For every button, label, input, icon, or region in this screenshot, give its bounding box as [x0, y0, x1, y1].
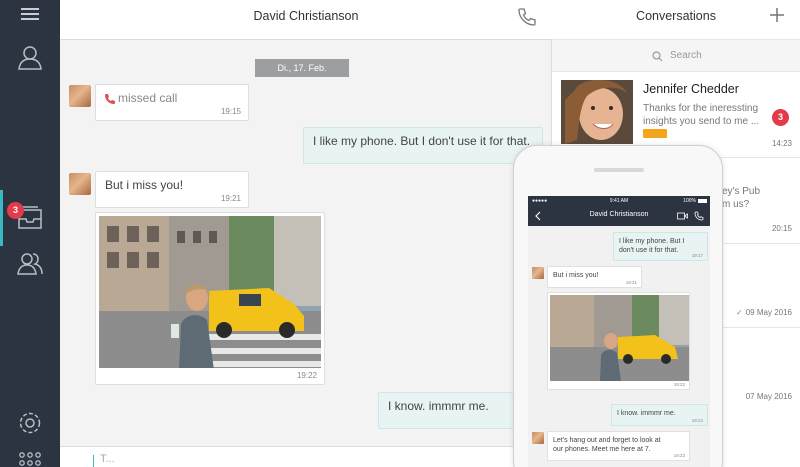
apps-grid-icon[interactable] — [17, 450, 43, 467]
chat-pane: David Christianson Di., 17. Feb. missed … — [60, 0, 552, 467]
message-input-placeholder: T... — [100, 453, 115, 465]
phone-message-outgoing[interactable]: I like my phone. But I don't use it for … — [613, 232, 708, 261]
call-icon[interactable] — [516, 6, 538, 28]
call-icon[interactable] — [694, 211, 704, 221]
status-tag — [643, 129, 667, 138]
message-missed-call[interactable]: missed call 19:15 — [95, 84, 249, 121]
phone-speaker — [594, 168, 644, 172]
conversation-time: 07 May 2016 — [745, 392, 792, 401]
message-text: I like my phone. But I don't use it for … — [619, 238, 685, 254]
search-icon — [652, 51, 663, 62]
shared-photo[interactable] — [99, 216, 321, 368]
battery-icon — [698, 199, 707, 203]
conversation-time: 14:23 — [771, 139, 792, 148]
message-time: 19:15 — [220, 107, 241, 116]
profile-icon[interactable] — [17, 44, 43, 70]
conversation-time: 20:15 — [771, 224, 792, 233]
message-text: But i miss you! — [553, 272, 599, 279]
conversations-header: Conversations — [552, 0, 800, 40]
contact-avatar — [69, 85, 91, 107]
message-time: 19:21 — [220, 194, 241, 203]
message-text: Let's hang out and forget to look at our… — [553, 437, 661, 453]
phone-battery-level: 100% — [683, 198, 696, 204]
street-photo-thumbnail — [550, 295, 689, 381]
phone-message-photo[interactable]: 19:22 — [547, 292, 690, 390]
phone-status-bar: ●●●●● 9:41 AM 100% — [528, 196, 710, 206]
date-separator: Di., 17. Feb. — [255, 59, 349, 77]
street-photo-image — [99, 216, 321, 368]
message-text: I like my phone. But I don't use it for … — [313, 134, 531, 148]
message-text: I know. immmr me. — [617, 410, 676, 417]
phone-mockup: ●●●●● 9:41 AM 100% David Christianson I … — [513, 145, 723, 467]
message-time: 19:23 — [673, 453, 685, 458]
contacts-icon[interactable] — [17, 250, 43, 276]
message-input-bar[interactable]: T... — [60, 446, 552, 467]
active-indicator — [0, 190, 3, 246]
phone-message-outgoing[interactable]: I know. immmr me. 19:23 — [611, 404, 708, 426]
message-photo[interactable]: 19:22 — [95, 212, 325, 385]
conversation-preview: Thanks for the ineressting insights you … — [643, 103, 760, 127]
left-rail: 3 — [0, 0, 60, 467]
conversations-title: Conversations — [636, 9, 716, 23]
chat-contact-name: David Christianson — [253, 9, 359, 23]
phone-screen: ●●●●● 9:41 AM 100% David Christianson I … — [528, 196, 710, 467]
inbox-badge: 3 — [7, 202, 24, 219]
input-cursor — [93, 455, 94, 467]
search-bar[interactable]: Search — [552, 40, 800, 72]
conversation-preview: ey's Pub m us? — [722, 186, 761, 210]
phone-chat-header: David Christianson — [528, 206, 710, 226]
message-time: 19:17 — [691, 253, 703, 258]
chat-header: David Christianson — [60, 0, 552, 40]
contact-avatar — [532, 432, 544, 444]
conversation-time: ✓ 09 May 2016 — [736, 308, 792, 317]
message-text: But i miss you! — [105, 178, 184, 192]
conversation-name: Jennifer Chedder — [643, 82, 739, 96]
message-time: 19:23 — [691, 418, 703, 423]
video-call-icon[interactable] — [677, 212, 688, 220]
phone-message-incoming[interactable]: Let's hang out and forget to look at our… — [547, 431, 690, 461]
contact-avatar — [69, 173, 91, 195]
missed-call-icon — [105, 94, 115, 104]
message-outgoing[interactable]: I like my phone. But I don't use it for … — [303, 127, 543, 164]
message-text: missed call — [118, 91, 178, 105]
settings-icon[interactable] — [17, 410, 43, 436]
message-incoming[interactable]: But i miss you! 19:21 — [95, 171, 249, 208]
message-time: 19:21 — [625, 280, 637, 285]
message-time: 19:22 — [673, 382, 685, 387]
contact-avatar — [532, 267, 544, 279]
message-time: 19:22 — [296, 371, 317, 380]
menu-icon[interactable] — [19, 5, 41, 23]
phone-message-incoming[interactable]: But i miss you! 19:21 — [547, 266, 642, 288]
contact-avatar — [561, 80, 633, 144]
message-text: I know. immmr me. — [388, 399, 489, 413]
search-placeholder: Search — [670, 50, 702, 61]
new-conversation-icon[interactable] — [768, 6, 786, 24]
delivered-check-icon: ✓ — [736, 308, 743, 317]
unread-badge: 3 — [772, 109, 789, 126]
